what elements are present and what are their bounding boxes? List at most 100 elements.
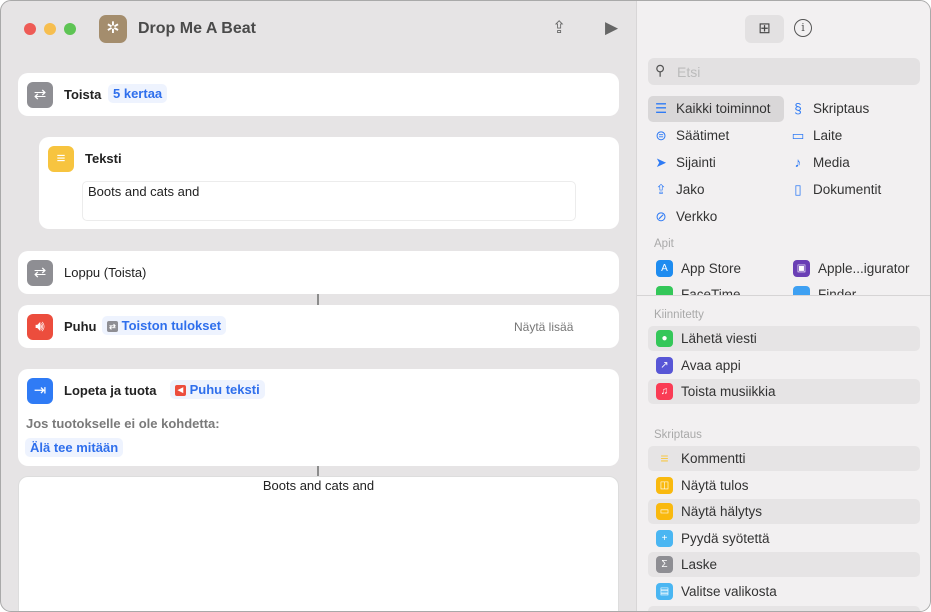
app-item[interactable]: FaceTime bbox=[648, 282, 778, 295]
search-input[interactable]: ⚲ Etsi bbox=[648, 58, 920, 85]
category-device[interactable]: ▭ Laite bbox=[790, 128, 843, 144]
speak-text-param[interactable]: ◀ Puhu teksti bbox=[170, 380, 265, 399]
category-label: Laite bbox=[813, 128, 843, 143]
repeat-icon: ⇄ bbox=[27, 260, 53, 286]
category-web[interactable]: ⊘ Verkko bbox=[653, 209, 717, 225]
messages-icon: ● bbox=[656, 330, 673, 347]
category-label: Säätimet bbox=[676, 128, 730, 143]
app-item[interactable]: A App Store bbox=[648, 256, 778, 281]
app-store-icon: A bbox=[656, 260, 673, 277]
connector bbox=[317, 294, 319, 305]
speak-action[interactable]: 🔊︎ Puhu ⇄ Toiston tulokset Näytä lisää bbox=[18, 305, 619, 348]
category-label: Verkko bbox=[676, 209, 718, 224]
no-destination-option[interactable]: Älä tee mitään bbox=[25, 438, 124, 457]
facetime-icon bbox=[656, 286, 673, 295]
section-header: Skriptaus bbox=[654, 429, 702, 441]
text-action[interactable]: ≡ Teksti Boots and cats and bbox=[39, 137, 619, 229]
section-header: Apit bbox=[654, 238, 674, 250]
category-scripting[interactable]: § Skriptaus bbox=[790, 101, 869, 116]
category-label: Skriptaus bbox=[813, 101, 870, 116]
action-title: Lopeta ja tuota bbox=[64, 383, 157, 398]
action-title: Toista bbox=[64, 87, 102, 102]
action-library: ⊞ i ⚲ Etsi ☰ Kaikki toiminnot § Skriptaus … bbox=[636, 1, 930, 611]
section-header: Kiinnitetty bbox=[654, 309, 704, 321]
close-button[interactable] bbox=[24, 23, 36, 35]
action-label: Avaa appi bbox=[681, 358, 741, 373]
zoom-button[interactable] bbox=[64, 23, 76, 35]
repeat-action[interactable]: ⇄ Toista 5 kertaa bbox=[18, 73, 619, 116]
music-note-icon: ♪ bbox=[794, 155, 802, 170]
script-calculate[interactable]: Σ Laske bbox=[648, 552, 920, 577]
list-icon: ☰ bbox=[654, 101, 668, 116]
repeat-results-param[interactable]: ⇄ Toiston tulokset bbox=[102, 316, 227, 335]
compass-icon: ⊘ bbox=[655, 209, 667, 224]
category-documents[interactable]: ▯ Dokumentit bbox=[790, 182, 881, 198]
output-text: Boots and cats and bbox=[262, 478, 375, 493]
action-title: Loppu (Toista) bbox=[64, 265, 147, 280]
sigma-icon: Σ bbox=[656, 556, 673, 573]
action-label: Kommentti bbox=[681, 451, 746, 466]
configurator-icon: ▣ bbox=[793, 260, 810, 277]
share-icon[interactable]: ⇪ bbox=[552, 18, 566, 38]
script-next-item[interactable] bbox=[648, 606, 920, 611]
script-ask-input[interactable]: + Pyydä syötettä bbox=[648, 526, 920, 551]
speaker-icon: ◀ bbox=[175, 385, 186, 397]
search-icon: ⚲ bbox=[655, 62, 666, 78]
param-label: Toiston tulokset bbox=[121, 318, 222, 333]
app-label: FaceTime bbox=[681, 287, 741, 295]
app-label: App Store bbox=[681, 261, 742, 276]
minimize-button[interactable] bbox=[44, 23, 56, 35]
library-add-icon[interactable]: ⊞ bbox=[745, 15, 784, 43]
output-preview: Boots and cats and bbox=[18, 476, 619, 611]
script-show-alert[interactable]: ▭ Näytä hälytys bbox=[648, 499, 920, 524]
ask-input-icon: + bbox=[656, 530, 673, 547]
show-more-button[interactable]: Näytä lisää bbox=[514, 320, 573, 334]
action-label: Toista musiikkia bbox=[681, 384, 776, 399]
menu-icon: ▤ bbox=[656, 583, 673, 600]
app-item[interactable]: Finder bbox=[785, 282, 925, 295]
script-icon: § bbox=[794, 101, 802, 116]
toggle-icon: ⊜ bbox=[655, 128, 667, 143]
pinned-play-music[interactable]: ♫ Toista musiikkia bbox=[648, 379, 920, 404]
app-item[interactable]: ▣ Apple...igurator bbox=[785, 256, 925, 281]
stop-output-action[interactable]: ⇥ Lopeta ja tuota ◀ Puhu teksti Jos tuot… bbox=[18, 369, 619, 466]
text-icon: ≡ bbox=[48, 146, 74, 172]
repeat-count-param[interactable]: 5 kertaa bbox=[108, 84, 168, 103]
script-comment[interactable]: ≡ Kommentti bbox=[648, 446, 920, 471]
open-app-icon: ↗ bbox=[656, 357, 673, 374]
category-location[interactable]: ➤ Sijainti bbox=[653, 155, 716, 171]
category-label: Sijainti bbox=[676, 155, 716, 170]
category-label: Media bbox=[813, 155, 850, 170]
action-label: Laske bbox=[681, 557, 718, 572]
location-icon: ➤ bbox=[655, 155, 667, 170]
repeat-icon: ⇄ bbox=[107, 321, 118, 333]
exit-icon: ⇥ bbox=[27, 378, 53, 404]
document-icon: ▯ bbox=[794, 182, 802, 197]
action-title: Teksti bbox=[85, 151, 122, 166]
shortcut-title[interactable]: Drop Me A Beat bbox=[138, 20, 256, 38]
text-field[interactable]: Boots and cats and bbox=[82, 181, 576, 221]
divider bbox=[637, 295, 930, 296]
info-icon[interactable]: i bbox=[794, 19, 812, 37]
share-icon: ⇪ bbox=[655, 182, 667, 197]
category-media[interactable]: ♪ Media bbox=[790, 155, 850, 170]
action-label: Lähetä viesti bbox=[681, 331, 757, 346]
action-label: Valitse valikosta bbox=[681, 584, 777, 599]
end-repeat-action[interactable]: ⇄ Loppu (Toista) bbox=[18, 251, 619, 294]
repeat-icon: ⇄ bbox=[27, 82, 53, 108]
action-title: Puhu bbox=[64, 319, 97, 334]
category-all-actions[interactable]: ☰ Kaikki toiminnot bbox=[653, 101, 771, 117]
category-controls[interactable]: ⊜ Säätimet bbox=[653, 128, 729, 144]
app-label: Apple...igurator bbox=[818, 261, 910, 276]
shortcut-icon[interactable]: ✲ bbox=[99, 15, 127, 43]
pinned-send-message[interactable]: ● Lähetä viesti bbox=[648, 326, 920, 351]
shortcuts-window: ✲ Drop Me A Beat ⇪ ▶ ⇄ Toista 5 kertaa ≡… bbox=[0, 0, 931, 612]
script-show-result[interactable]: ◫ Näytä tulos bbox=[648, 473, 920, 498]
run-button[interactable]: ▶ bbox=[605, 18, 618, 38]
category-sharing[interactable]: ⇪ Jako bbox=[653, 182, 704, 198]
script-choose-menu[interactable]: ▤ Valitse valikosta bbox=[648, 579, 920, 604]
show-result-icon: ◫ bbox=[656, 477, 673, 494]
search-placeholder: Etsi bbox=[677, 64, 701, 80]
action-label: Pyydä syötettä bbox=[681, 531, 770, 546]
pinned-open-app[interactable]: ↗ Avaa appi bbox=[648, 353, 920, 378]
